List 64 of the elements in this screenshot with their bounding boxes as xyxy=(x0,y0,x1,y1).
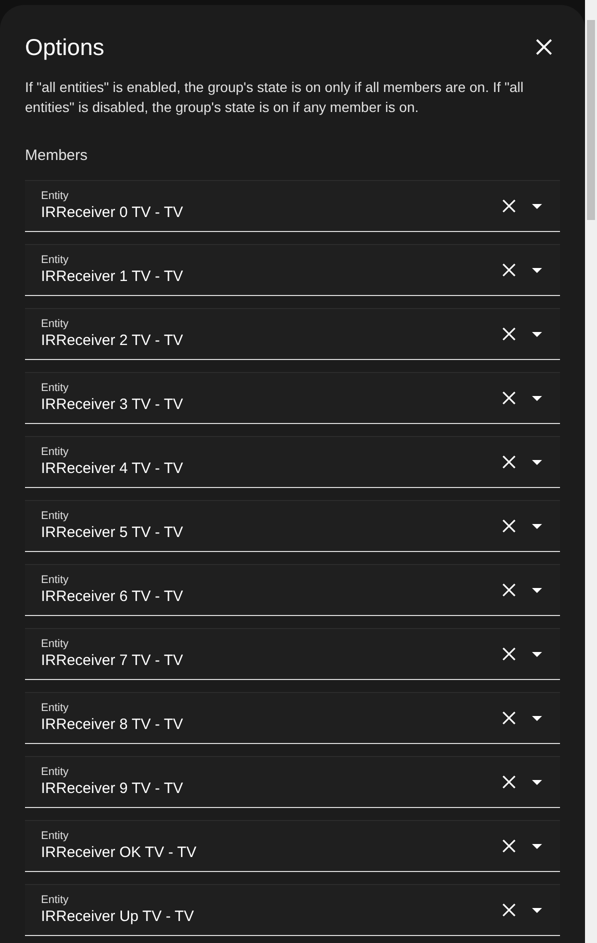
dropdown-caret-icon[interactable] xyxy=(532,396,542,400)
clear-icon[interactable] xyxy=(500,581,518,599)
entity-field[interactable]: Entity IRReceiver 3 TV - TV xyxy=(25,372,560,424)
entity-field[interactable]: Entity IRReceiver OK TV - TV xyxy=(25,820,560,872)
clear-icon[interactable] xyxy=(500,389,518,407)
field-value: IRReceiver 4 TV - TV xyxy=(41,459,184,479)
field-label: Entity xyxy=(41,253,70,267)
entity-field[interactable]: Entity IRReceiver 6 TV - TV xyxy=(25,564,560,616)
clear-icon[interactable] xyxy=(500,645,518,663)
entity-field[interactable]: Entity IRReceiver 9 TV - TV xyxy=(25,756,560,808)
dropdown-caret-icon[interactable] xyxy=(532,588,542,592)
dropdown-caret-icon[interactable] xyxy=(532,716,542,720)
entity-field[interactable]: Entity IRReceiver 4 TV - TV xyxy=(25,436,560,488)
entity-field[interactable]: Entity IRReceiver 5 TV - TV xyxy=(25,500,560,552)
field-value: IRReceiver 9 TV - TV xyxy=(41,779,184,799)
clear-icon[interactable] xyxy=(500,325,518,343)
field-label: Entity xyxy=(41,509,70,523)
field-label: Entity xyxy=(41,829,70,843)
field-value: IRReceiver OK TV - TV xyxy=(41,843,198,863)
field-value: IRReceiver 0 TV - TV xyxy=(41,203,184,223)
field-label: Entity xyxy=(41,573,70,587)
field-label: Entity xyxy=(41,893,70,907)
dropdown-caret-icon[interactable] xyxy=(532,332,542,336)
field-value: IRReceiver 6 TV - TV xyxy=(41,587,184,607)
dropdown-caret-icon[interactable] xyxy=(532,652,542,656)
field-value: IRReceiver Up TV - TV xyxy=(41,907,195,927)
dropdown-caret-icon[interactable] xyxy=(532,460,542,464)
dialog-title: Options xyxy=(25,33,104,62)
entity-field[interactable]: Entity IRReceiver 7 TV - TV xyxy=(25,628,560,680)
section-heading: Members xyxy=(24,146,89,166)
dialog-description: If "all entities" is enabled, the group's state is on only if all members are on. If "all entities" is disabled, the group's state is on if any member is on. xyxy=(24,78,524,116)
field-value: IRReceiver 7 TV - TV xyxy=(41,651,184,671)
field-label: Entity xyxy=(41,637,70,651)
clear-icon[interactable] xyxy=(500,773,518,791)
clear-icon[interactable] xyxy=(500,837,518,855)
entity-field[interactable]: Entity IRReceiver 2 TV - TV xyxy=(25,308,560,360)
dropdown-caret-icon[interactable] xyxy=(532,908,542,912)
field-value: IRReceiver 2 TV - TV xyxy=(41,331,184,351)
entity-field[interactable]: Entity IRReceiver 1 TV - TV xyxy=(25,244,560,296)
field-value: IRReceiver 8 TV - TV xyxy=(41,715,184,735)
clear-icon[interactable] xyxy=(500,709,518,727)
field-value: IRReceiver 5 TV - TV xyxy=(41,523,184,543)
dropdown-caret-icon[interactable] xyxy=(532,780,542,784)
clear-icon[interactable] xyxy=(500,453,518,471)
field-label: Entity xyxy=(41,317,70,331)
field-label: Entity xyxy=(41,701,70,715)
clear-icon[interactable] xyxy=(500,261,518,279)
entity-field[interactable]: Entity IRReceiver 0 TV - TV xyxy=(25,180,560,232)
clear-icon[interactable] xyxy=(500,197,518,215)
entity-field[interactable]: Entity IRReceiver 8 TV - TV xyxy=(25,692,560,744)
entity-field[interactable]: Entity IRReceiver Up TV - TV xyxy=(25,884,560,936)
clear-icon[interactable] xyxy=(500,901,518,919)
dropdown-caret-icon[interactable] xyxy=(532,524,542,528)
dropdown-caret-icon[interactable] xyxy=(532,844,542,848)
clear-icon[interactable] xyxy=(500,517,518,535)
field-value: IRReceiver 3 TV - TV xyxy=(41,395,184,415)
field-label: Entity xyxy=(41,765,70,779)
dropdown-caret-icon[interactable] xyxy=(532,204,542,208)
field-label: Entity xyxy=(41,445,70,459)
dropdown-caret-icon[interactable] xyxy=(532,268,542,272)
field-label: Entity xyxy=(41,381,70,395)
field-label: Entity xyxy=(41,189,70,203)
field-value: IRReceiver 1 TV - TV xyxy=(41,267,184,287)
scrollbar-thumb[interactable] xyxy=(587,20,595,220)
